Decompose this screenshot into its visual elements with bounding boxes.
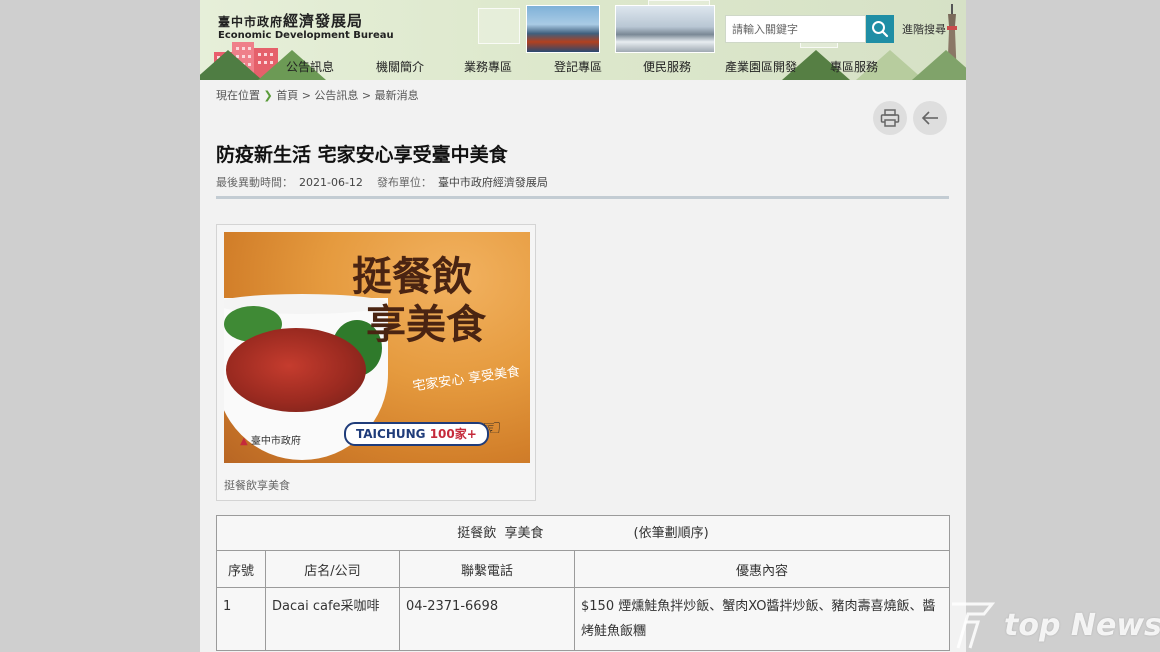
column-header-name: 店名/公司 (265, 550, 400, 588)
table-header-row: 序號 店名/公司 聯繫電話 優惠內容 (216, 550, 950, 588)
breadcrumb-path[interactable]: 首頁 > 公告訊息 > 最新消息 (276, 89, 418, 102)
poster-gov-logo: ▲ 臺中市政府 (240, 436, 301, 447)
logo-cn-prefix: 臺中市政府 (218, 15, 284, 29)
printer-icon (880, 109, 900, 127)
search-box (725, 15, 874, 43)
column-header-phone: 聯繫電話 (399, 550, 575, 588)
column-header-offer: 優惠內容 (574, 550, 950, 588)
updated-value: 2021-06-12 (299, 176, 363, 189)
nav-item-special-services[interactable]: 專區服務 (830, 58, 878, 75)
decor-box (478, 8, 520, 44)
arrow-left-icon (921, 111, 938, 125)
figure-caption: 挺餐飲享美食 (224, 479, 290, 492)
roast-pork-shape (226, 328, 366, 412)
poster-gov-text: 臺中市政府 (250, 436, 301, 447)
nav-item-business[interactable]: 業務專區 (464, 58, 512, 75)
pointing-hand-icon: ☜ (482, 416, 502, 441)
page-title: 防疫新生活 宅家安心享受臺中美食 (216, 144, 508, 166)
watermark-text: top News (1004, 608, 1160, 643)
nav-item-about[interactable]: 機關簡介 (376, 58, 424, 75)
advanced-search-link[interactable]: 進階搜尋 (902, 21, 946, 37)
airport-photo (615, 5, 715, 53)
promo-poster-image[interactable]: 挺餐飲 享美食 宅家安心 享受美食 TAICHUNG 100家+ ☜ ▲ 臺中市… (224, 232, 530, 463)
main-nav: 公告訊息 機關簡介 業務專區 登記專區 便民服務 產業園區開發 專區服務 (200, 50, 966, 80)
table-caption: 挺餐飲 享美食 (依筆劃順序) (216, 515, 950, 551)
search-input[interactable] (726, 16, 874, 42)
breadcrumb-label: 現在位置 (216, 89, 260, 102)
page-container: 臺中市政府經濟發展局 Economic Development Bureau 請… (200, 0, 966, 652)
table-caption-title: 挺餐飲 享美食 (457, 525, 544, 541)
nav-item-announcements[interactable]: 公告訊息 (286, 58, 334, 75)
cell-offer: $150 煙燻鮭魚拌炒飯、蟹肉XO醬拌炒飯、豬肉壽喜燒飯、醬烤鮭魚飯糰 (574, 587, 950, 651)
poster-badge: TAICHUNG 100家+ (344, 422, 489, 446)
poster-subtitle: 宅家安心 享受美食 (411, 364, 521, 395)
decor-triangle (912, 50, 966, 80)
updated-label: 最後異動時間： (216, 176, 293, 189)
cell-name: Dacai cafe采咖啡 (265, 587, 400, 651)
publisher-value: 臺中市政府經濟發展局 (437, 176, 548, 189)
nav-item-registration[interactable]: 登記專區 (554, 58, 602, 75)
cell-phone: 04-2371-6698 (399, 587, 575, 651)
logo-cn-main: 經濟發展局 (283, 12, 364, 30)
cell-no: 1 (216, 587, 266, 651)
article-figure: 挺餐飲 享美食 宅家安心 享受美食 TAICHUNG 100家+ ☜ ▲ 臺中市… (216, 224, 536, 501)
promo-table: 挺餐飲 享美食 (依筆劃順序) 序號 店名/公司 聯繫電話 優惠內容 1 Daca… (216, 515, 950, 651)
print-button[interactable] (873, 101, 907, 135)
decor-triangle (200, 50, 262, 80)
title-divider (216, 196, 949, 199)
article-meta: 最後異動時間： 2021-06-12 發布單位： 臺中市政府經濟發展局 (216, 174, 548, 190)
poster-headline-2: 享美食 (366, 301, 486, 348)
table-caption-note: (依筆劃順序) (633, 525, 709, 541)
site-logo-text[interactable]: 臺中市政府經濟發展局 (218, 10, 363, 31)
nav-item-industrial-parks[interactable]: 產業園區開發 (725, 58, 797, 75)
site-header: 臺中市政府經濟發展局 Economic Development Bureau 請… (200, 0, 966, 80)
poster-badge-num: 100家+ (429, 427, 477, 441)
publisher-label: 發布單位： (376, 176, 432, 189)
harbor-photo (526, 5, 600, 53)
nav-item-services[interactable]: 便民服務 (643, 58, 691, 75)
poster-badge-en: TAICHUNG (356, 427, 426, 441)
search-icon (872, 21, 889, 38)
table-row: 1 Dacai cafe采咖啡 04-2371-6698 $150 煙燻鮭魚拌炒… (216, 587, 950, 651)
breadcrumb: 現在位置 ❯ 首頁 > 公告訊息 > 最新消息 (216, 87, 419, 103)
search-button[interactable] (866, 15, 894, 43)
chevron-right-icon: ❯ (263, 89, 273, 102)
back-button[interactable] (913, 101, 947, 135)
table-caption-row: 挺餐飲 享美食 (依筆劃順序) (216, 515, 950, 551)
column-header-no: 序號 (216, 550, 266, 588)
